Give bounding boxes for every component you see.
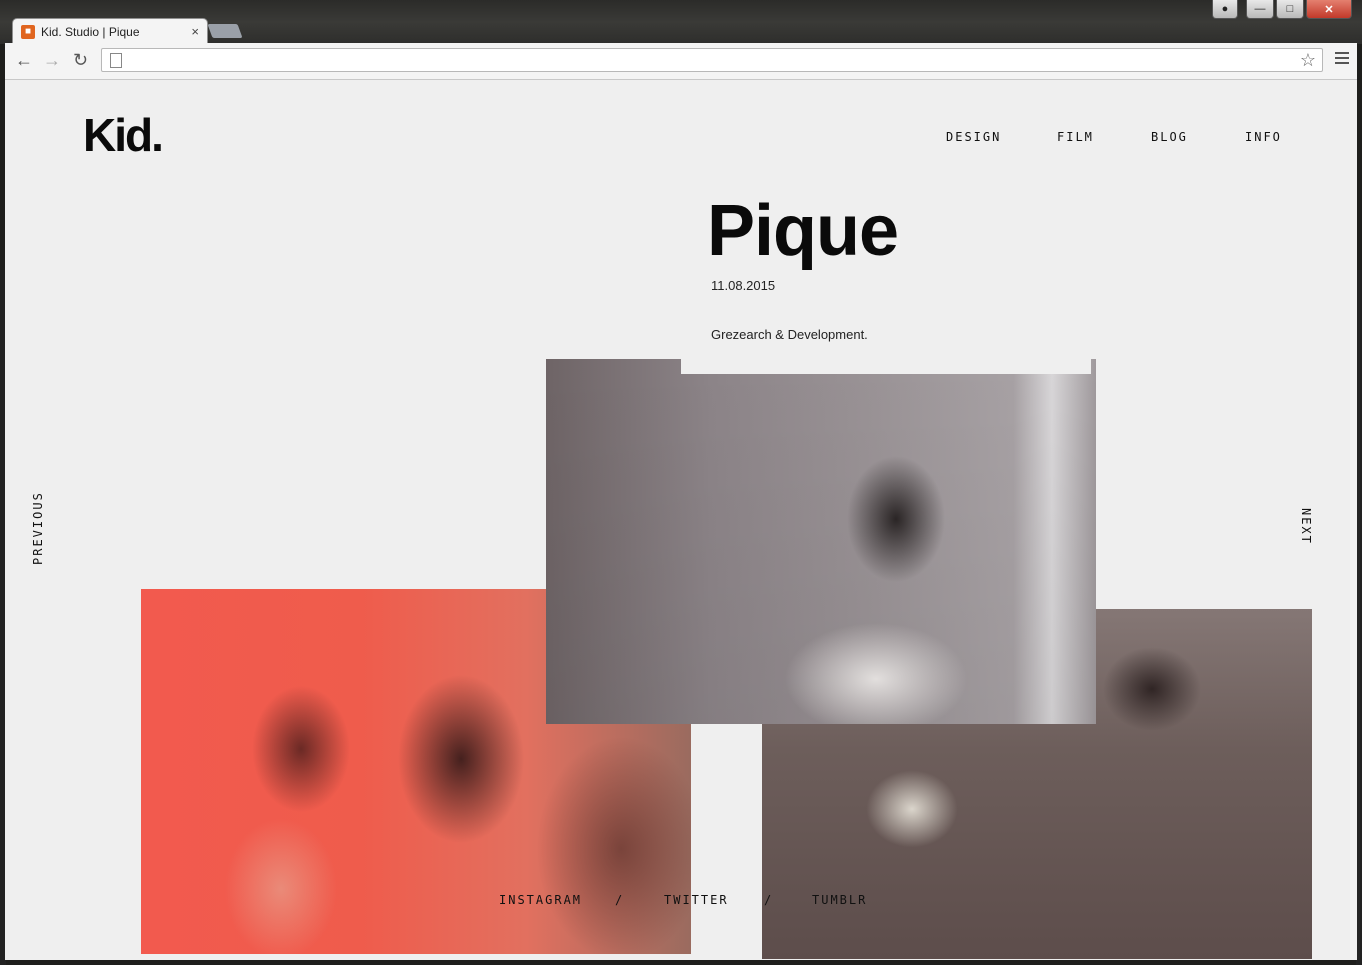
maximize-button[interactable]: □ — [1276, 0, 1304, 19]
nav-design[interactable]: DESIGN — [946, 130, 1001, 144]
next-link[interactable]: NEXT — [1299, 508, 1313, 545]
page-viewport: Kid. DESIGN FILM BLOG INFO Pique 11.08.2… — [5, 80, 1357, 960]
nav-info[interactable]: INFO — [1245, 130, 1282, 144]
bookmark-star-icon[interactable]: ☆ — [1300, 50, 1316, 71]
page-icon — [110, 53, 122, 68]
project-title: Pique — [707, 191, 899, 271]
instagram-link[interactable]: INSTAGRAM — [499, 893, 582, 907]
project-description: Grezearch & Development. — [711, 327, 868, 342]
new-tab-button[interactable] — [207, 24, 243, 38]
forward-arrow-icon[interactable]: → — [43, 51, 61, 69]
tab-title: Kid. Studio | Pique — [41, 24, 140, 39]
separator: / — [615, 893, 625, 907]
profile-icon[interactable]: ● — [1212, 0, 1238, 19]
browser-menu-icon[interactable] — [1335, 52, 1349, 67]
site-logo[interactable]: Kid. — [83, 108, 164, 162]
twitter-link[interactable]: TWITTER — [664, 893, 729, 907]
tab-close-icon[interactable]: × — [191, 24, 199, 39]
nav-blog[interactable]: BLOG — [1151, 130, 1188, 144]
browser-toolbar: ← → ↻ ☆ — [5, 43, 1357, 80]
nav-film[interactable]: FILM — [1057, 130, 1094, 144]
reload-icon[interactable]: ↻ — [73, 51, 88, 69]
browser-tab-active[interactable]: ■ Kid. Studio | Pique × — [12, 18, 208, 44]
separator: / — [764, 893, 774, 907]
minimize-button[interactable]: — — [1246, 0, 1274, 19]
photo-notch — [681, 359, 1091, 374]
address-bar[interactable]: ☆ — [101, 48, 1323, 72]
project-date: 11.08.2015 — [711, 278, 776, 293]
project-photo-gray — [546, 359, 1096, 724]
window-controls: ● — □ ✕ — [1212, 0, 1352, 20]
site-favicon-icon: ■ — [21, 24, 35, 39]
previous-link[interactable]: PREVIOUS — [31, 491, 45, 565]
tumblr-link[interactable]: TUMBLR — [812, 893, 867, 907]
back-arrow-icon[interactable]: ← — [15, 51, 33, 69]
close-window-button[interactable]: ✕ — [1306, 0, 1352, 19]
